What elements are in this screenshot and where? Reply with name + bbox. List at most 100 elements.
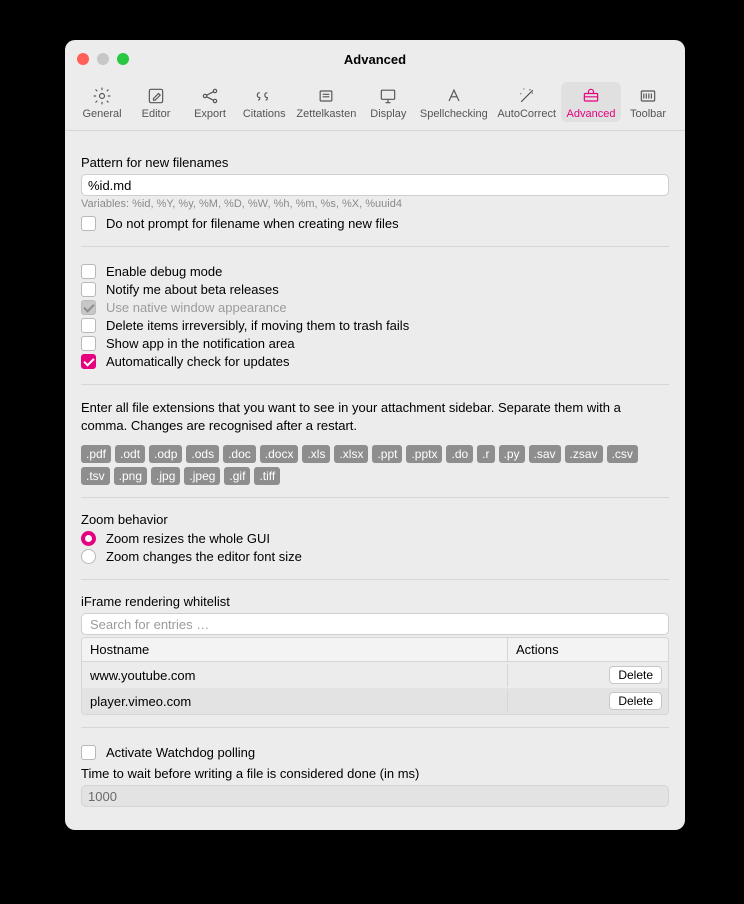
watchdog-checkbox[interactable] — [81, 745, 96, 760]
table-row: www.youtube.com Delete — [82, 662, 668, 688]
zoom-font-radio[interactable] — [81, 549, 96, 564]
delete-button[interactable]: Delete — [609, 692, 662, 710]
note-icon — [314, 86, 338, 106]
extension-chip[interactable]: .tiff — [254, 467, 280, 485]
tab-advanced[interactable]: Advanced — [561, 82, 621, 122]
zoom-gui-label: Zoom resizes the whole GUI — [106, 531, 270, 546]
extension-chip[interactable]: .jpeg — [184, 467, 220, 485]
extension-chip[interactable]: .png — [114, 467, 147, 485]
toolbox-icon — [579, 86, 603, 106]
tab-zettelkasten[interactable]: Zettelkasten — [291, 82, 361, 122]
extension-chip[interactable]: .odp — [149, 445, 182, 463]
native-window-label: Use native window appearance — [106, 300, 287, 315]
extension-chip[interactable]: .zsav — [565, 445, 603, 463]
tab-label: AutoCorrect — [497, 108, 556, 120]
extension-chip[interactable]: .odt — [115, 445, 145, 463]
iframe-table: Hostname Actions www.youtube.com Delete … — [81, 637, 669, 715]
delete-irreversibly-label: Delete items irreversibly, if moving the… — [106, 318, 409, 333]
hostname-cell: www.youtube.com — [82, 664, 508, 687]
quote-icon — [252, 86, 276, 106]
actions-header: Actions — [508, 638, 668, 661]
tab-display[interactable]: Display — [361, 82, 415, 122]
native-window-checkbox — [81, 300, 96, 315]
watchdog-label: Activate Watchdog polling — [106, 745, 255, 760]
notification-area-checkbox[interactable] — [81, 336, 96, 351]
notification-area-label: Show app in the notification area — [106, 336, 295, 351]
beta-label: Notify me about beta releases — [106, 282, 279, 297]
tab-label: Editor — [142, 108, 171, 120]
extension-chip[interactable]: .gif — [224, 467, 250, 485]
extension-chip[interactable]: .csv — [607, 445, 638, 463]
filenames-hint: Variables: %id, %Y, %y, %M, %D, %W, %h, … — [81, 198, 669, 210]
traffic-lights — [77, 53, 129, 65]
preferences-body: Pattern for new filenames Variables: %id… — [65, 131, 685, 830]
font-icon — [442, 86, 466, 106]
watchdog-time-input — [81, 785, 669, 807]
no-prompt-checkbox[interactable] — [81, 216, 96, 231]
beta-checkbox[interactable] — [81, 282, 96, 297]
extension-chip[interactable]: .r — [477, 445, 494, 463]
auto-update-checkbox[interactable] — [81, 354, 96, 369]
table-row: player.vimeo.com Delete — [82, 688, 668, 714]
section-filenames: Pattern for new filenames Variables: %id… — [81, 147, 669, 246]
extension-chip[interactable]: .xlsx — [334, 445, 368, 463]
pencil-square-icon — [144, 86, 168, 106]
extensions-description: Enter all file extensions that you want … — [81, 399, 669, 435]
extension-chip[interactable]: .do — [446, 445, 473, 463]
tab-autocorrect[interactable]: AutoCorrect — [492, 82, 561, 122]
close-window-button[interactable] — [77, 53, 89, 65]
gear-icon — [90, 86, 114, 106]
monitor-icon — [376, 86, 400, 106]
auto-update-label: Automatically check for updates — [106, 354, 290, 369]
iframe-search-input[interactable] — [81, 613, 669, 635]
extension-chips[interactable]: .pdf.odt.odp.ods.doc.docx.xls.xlsx.ppt.p… — [81, 445, 669, 485]
section-extensions: Enter all file extensions that you want … — [81, 384, 669, 497]
maximize-window-button[interactable] — [117, 53, 129, 65]
extension-chip[interactable]: .py — [499, 445, 525, 463]
tab-label: Display — [370, 108, 406, 120]
tab-label: Spellchecking — [420, 108, 488, 120]
tab-label: General — [82, 108, 121, 120]
tab-export[interactable]: Export — [183, 82, 237, 122]
filename-pattern-input[interactable] — [81, 174, 669, 196]
share-icon — [198, 86, 222, 106]
tab-label: Advanced — [567, 108, 616, 120]
tab-label: Citations — [243, 108, 286, 120]
iframe-label: iFrame rendering whitelist — [81, 594, 669, 609]
hostname-header: Hostname — [82, 638, 508, 661]
extension-chip[interactable]: .tsv — [81, 467, 110, 485]
no-prompt-label: Do not prompt for filename when creating… — [106, 216, 399, 231]
window-title: Advanced — [65, 52, 685, 67]
wand-icon — [515, 86, 539, 106]
tab-toolbar[interactable]: Toolbar — [621, 82, 675, 122]
tab-label: Zettelkasten — [296, 108, 356, 120]
section-zoom: Zoom behavior Zoom resizes the whole GUI… — [81, 497, 669, 579]
section-misc-options: Enable debug mode Notify me about beta r… — [81, 246, 669, 384]
extension-chip[interactable]: .ods — [186, 445, 219, 463]
hostname-cell: player.vimeo.com — [82, 690, 508, 713]
tab-general[interactable]: General — [75, 82, 129, 122]
zoom-font-label: Zoom changes the editor font size — [106, 549, 302, 564]
delete-button[interactable]: Delete — [609, 666, 662, 684]
debug-label: Enable debug mode — [106, 264, 222, 279]
tab-spellchecking[interactable]: Spellchecking — [415, 82, 492, 122]
extension-chip[interactable]: .jpg — [151, 467, 180, 485]
zoom-label: Zoom behavior — [81, 512, 669, 527]
delete-irreversibly-checkbox[interactable] — [81, 318, 96, 333]
zoom-gui-radio[interactable] — [81, 531, 96, 546]
section-watchdog: Activate Watchdog polling Time to wait b… — [81, 727, 669, 819]
extension-chip[interactable]: .pptx — [406, 445, 442, 463]
extension-chip[interactable]: .docx — [260, 445, 299, 463]
toolbar: General Editor Export Citations Zettelka… — [65, 78, 685, 131]
minimize-window-button[interactable] — [97, 53, 109, 65]
iframe-table-header: Hostname Actions — [82, 638, 668, 662]
extension-chip[interactable]: .ppt — [372, 445, 402, 463]
extension-chip[interactable]: .doc — [223, 445, 256, 463]
extension-chip[interactable]: .pdf — [81, 445, 111, 463]
extension-chip[interactable]: .sav — [529, 445, 561, 463]
watchdog-time-label: Time to wait before writing a file is co… — [81, 766, 669, 781]
tab-citations[interactable]: Citations — [237, 82, 291, 122]
extension-chip[interactable]: .xls — [302, 445, 330, 463]
tab-editor[interactable]: Editor — [129, 82, 183, 122]
debug-checkbox[interactable] — [81, 264, 96, 279]
